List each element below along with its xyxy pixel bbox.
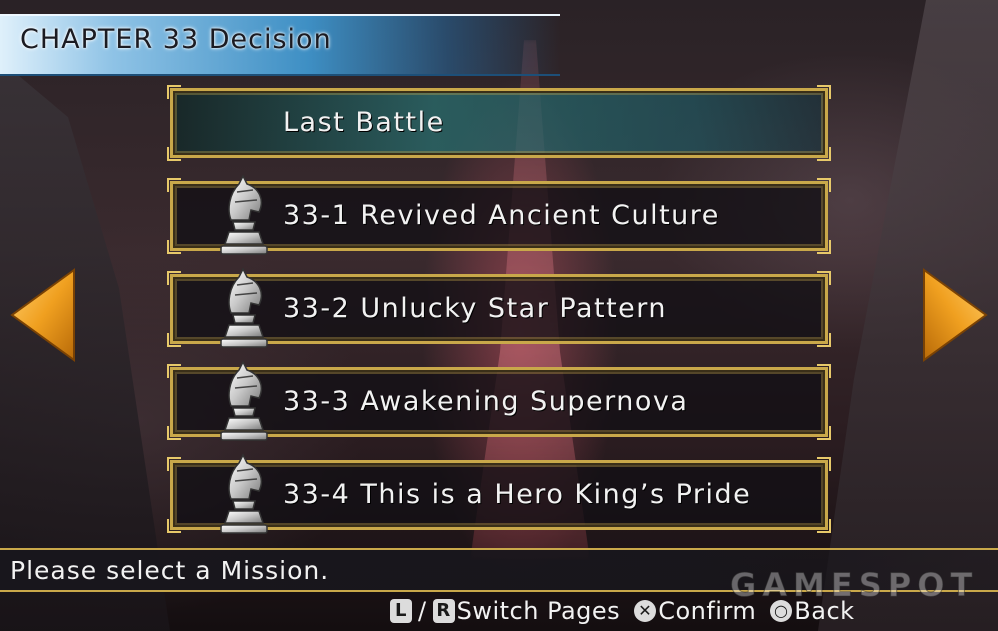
chapter-header: CHAPTER 33 Decision <box>0 0 998 82</box>
mission-item-last-battle[interactable]: Last Battle <box>167 85 831 161</box>
gamespot-watermark: GAMESPOT <box>729 566 979 605</box>
mission-label: Last Battle <box>283 107 445 138</box>
r-button-icon: R <box>432 599 455 623</box>
game-screen: CHAPTER 33 Decision Last Battle 33-1 Rev… <box>0 0 998 631</box>
mission-label: 33-1 Revived Ancient Culture <box>283 200 720 231</box>
slash-separator: / <box>418 597 427 625</box>
mission-label: 33-3 Awakening Supernova <box>283 386 689 417</box>
mission-label: 33-4 This is a Hero King’s Pride <box>283 479 752 510</box>
l-button-icon: L <box>390 599 412 623</box>
mission-item-33-4[interactable]: 33-4 This is a Hero King’s Pride <box>167 453 831 534</box>
knight-chess-piece-icon <box>220 267 268 348</box>
next-page-arrow-icon[interactable] <box>920 266 990 364</box>
mission-label: 33-2 Unlucky Star Pattern <box>283 293 668 324</box>
chapter-title: CHAPTER 33 Decision <box>20 24 332 55</box>
mission-item-33-3[interactable]: 33-3 Awakening Supernova <box>167 360 831 441</box>
previous-page-arrow-icon[interactable] <box>8 266 78 364</box>
knight-chess-piece-icon <box>220 360 268 441</box>
knight-chess-piece-icon <box>220 453 268 534</box>
knight-chess-piece-icon <box>220 174 268 255</box>
status-prompt: Please select a Mission. <box>10 556 330 585</box>
mission-item-33-1[interactable]: 33-1 Revived Ancient Culture <box>167 174 831 255</box>
cross-button-icon: ✕ <box>634 600 657 622</box>
switch-pages-label: Switch Pages <box>456 597 621 625</box>
mission-item-33-2[interactable]: 33-2 Unlucky Star Pattern <box>167 267 831 348</box>
